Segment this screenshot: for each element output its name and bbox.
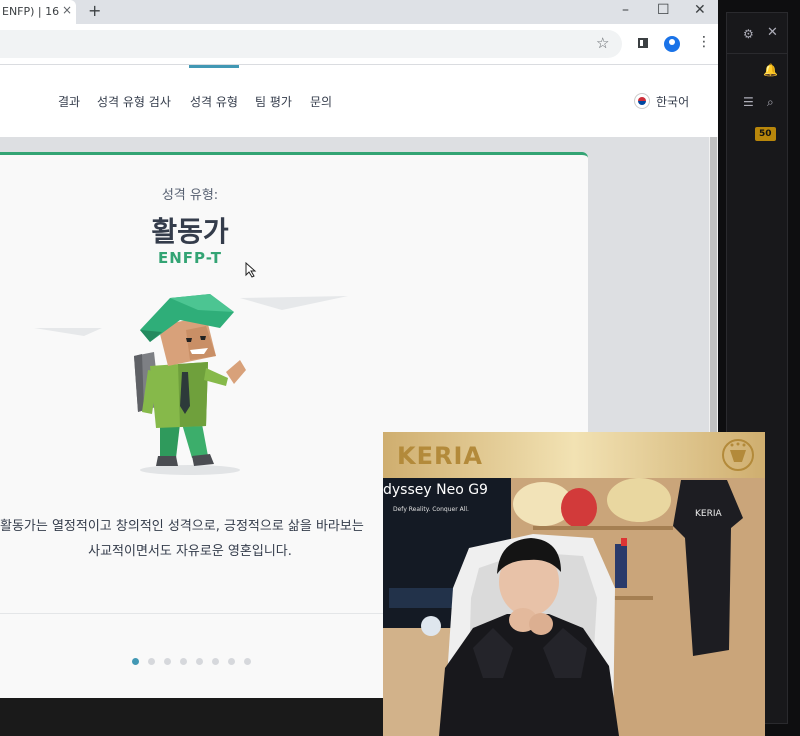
gear-icon[interactable]: ⚙: [743, 27, 754, 41]
korea-flag-icon[interactable]: [634, 93, 650, 109]
browser-menu-icon[interactable]: ⋮: [697, 34, 711, 50]
nav-item-results[interactable]: 결과: [58, 93, 80, 110]
count-badge: 50: [755, 127, 776, 141]
type-code: ENFP-T: [157, 249, 223, 267]
bell-icon[interactable]: 🔔: [763, 63, 778, 77]
search-icon[interactable]: ⌕: [767, 95, 774, 110]
site-navigation: 결과 성격 유형 검사 성격 유형 팀 평가 문의 한국어: [0, 65, 718, 137]
carousel-dot[interactable]: [148, 658, 155, 665]
webcam-video: dyssey Neo G9 Defy Reality. Conquer All.…: [383, 478, 765, 736]
carousel-dot[interactable]: [196, 658, 203, 665]
nav-item-personality-test[interactable]: 성격 유형 검사: [97, 93, 171, 110]
maximize-button[interactable]: ☐: [657, 2, 670, 18]
address-bar[interactable]: [0, 30, 622, 58]
monitor-tagline-text: Defy Reality. Conquer All.: [393, 506, 469, 513]
jersey-text: KERIA: [695, 509, 722, 519]
carousel-dot[interactable]: [164, 658, 171, 665]
browser-toolbar: ☆ ⋮: [0, 24, 718, 65]
list-icon[interactable]: ☰: [743, 95, 754, 109]
bookmark-star-icon[interactable]: ☆: [596, 34, 609, 52]
side-panel-icon[interactable]: [638, 38, 648, 48]
webcam-name-banner: KERIA: [383, 432, 765, 478]
close-icon[interactable]: ✕: [767, 25, 778, 40]
team-emblem-icon: [722, 439, 754, 471]
browser-tab[interactable]: ENFP) | 16P ×: [0, 0, 76, 24]
tab-strip: ENFP) | 16P × + – ☐ ✕: [0, 0, 718, 24]
webcam-overlay: KERIA dyssey Neo G9 Defy Reality. Conque…: [383, 432, 765, 736]
campaigner-illustration: [34, 294, 348, 475]
new-tab-button[interactable]: +: [88, 1, 101, 20]
type-name: 활동가: [151, 215, 229, 248]
carousel-dot[interactable]: [244, 658, 251, 665]
nav-item-teams[interactable]: 팀 평가: [255, 93, 292, 110]
carousel-dot[interactable]: [228, 658, 235, 665]
carousel-dot[interactable]: [212, 658, 219, 665]
panel-divider: [727, 53, 787, 54]
profile-avatar-icon[interactable]: [664, 36, 680, 52]
carousel-dot[interactable]: [180, 658, 187, 665]
description-line-2: 사교적이면서도 자유로운 영혼입니다.: [88, 544, 292, 559]
streamer-name: KERIA: [397, 442, 483, 470]
description-line-1: 활동가는 열정적이고 창의적인 성격으로, 긍정적으로 삶을 바라보는: [0, 519, 364, 534]
language-selector[interactable]: 한국어: [656, 93, 689, 110]
tab-close-icon[interactable]: ×: [62, 3, 72, 17]
nav-item-personality-types[interactable]: 성격 유형: [190, 93, 238, 110]
nav-active-indicator: [189, 65, 239, 68]
nav-item-contact[interactable]: 문의: [310, 93, 332, 110]
minimize-button[interactable]: –: [622, 2, 629, 18]
mouse-cursor-icon: [245, 262, 257, 278]
window-close-button[interactable]: ✕: [694, 2, 706, 18]
carousel-dot[interactable]: [132, 658, 139, 665]
tab-title: ENFP) | 16P: [2, 5, 60, 18]
monitor-brand-text: dyssey Neo G9: [383, 482, 488, 498]
type-caption: 성격 유형:: [161, 188, 219, 203]
